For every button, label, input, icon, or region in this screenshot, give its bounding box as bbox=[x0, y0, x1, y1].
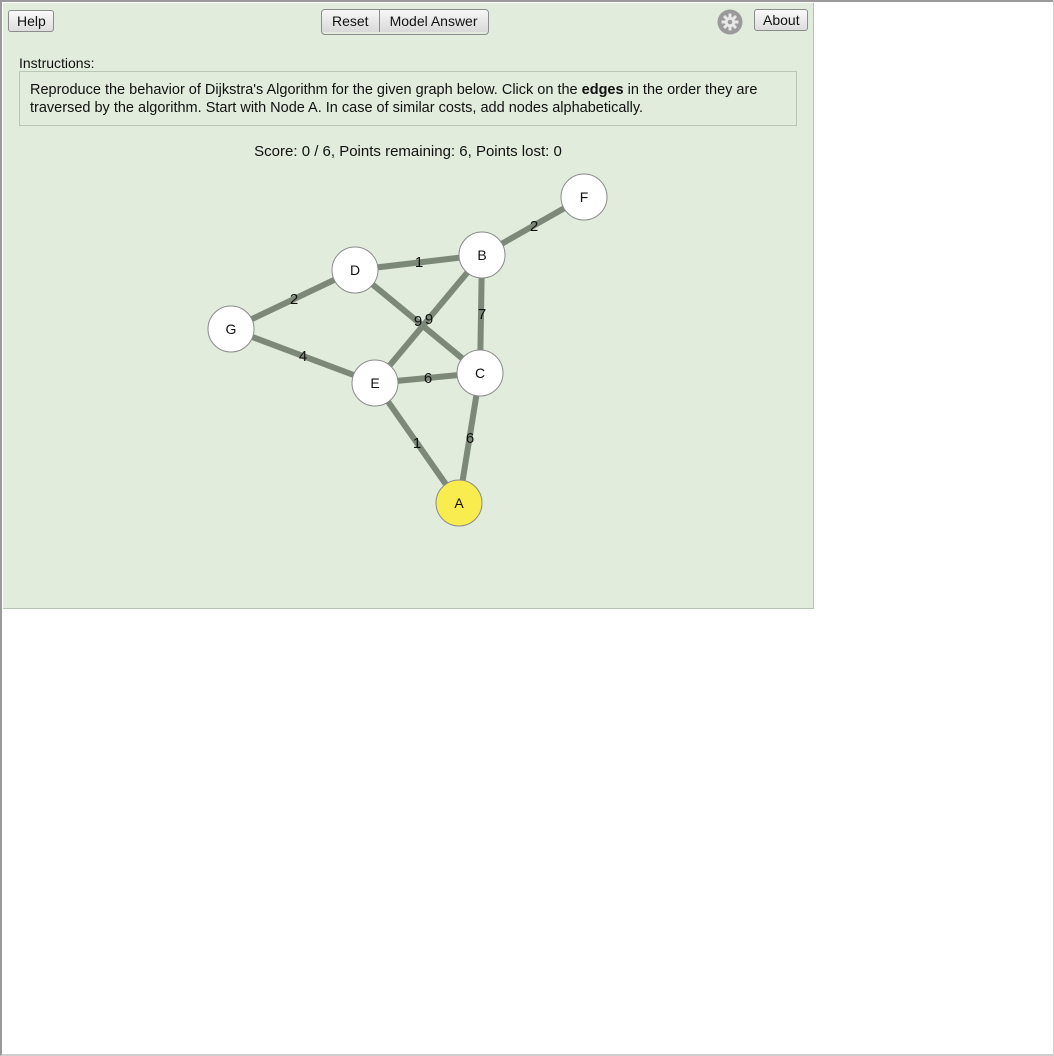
node-label: F bbox=[580, 189, 589, 205]
node-c[interactable]: C bbox=[456, 349, 504, 397]
graph-canvas: 2 1 2 9 9 7 4 6 1 6 A B C D E F G bbox=[207, 173, 608, 527]
edge-weight-label: 9 bbox=[414, 313, 422, 330]
node-g[interactable]: G bbox=[207, 305, 255, 353]
node-label: C bbox=[475, 365, 485, 381]
edge-weight-label: 2 bbox=[290, 291, 298, 308]
node-label: D bbox=[350, 262, 360, 278]
node-label: E bbox=[370, 375, 379, 391]
exercise-panel: Help Reset Model Answer About Instructio… bbox=[3, 3, 814, 609]
edge-weight-label: 2 bbox=[530, 218, 538, 235]
node-label: B bbox=[477, 247, 486, 263]
edge-weight-label: 1 bbox=[413, 435, 421, 452]
edge-weight-label: 4 bbox=[299, 348, 307, 365]
edge-weight-label: 1 bbox=[415, 254, 423, 271]
node-b[interactable]: B bbox=[458, 231, 506, 279]
node-e[interactable]: E bbox=[351, 359, 399, 407]
node-a[interactable]: A bbox=[435, 479, 483, 527]
edge-weight-label: 6 bbox=[466, 430, 474, 447]
edge-weight-label: 7 bbox=[478, 306, 486, 323]
node-f[interactable]: F bbox=[560, 173, 608, 221]
edge-weight-label: 6 bbox=[424, 370, 432, 387]
node-label: G bbox=[226, 321, 237, 337]
node-label: A bbox=[454, 495, 464, 511]
node-d[interactable]: D bbox=[331, 246, 379, 294]
edge-weight-label: 9 bbox=[425, 311, 433, 328]
